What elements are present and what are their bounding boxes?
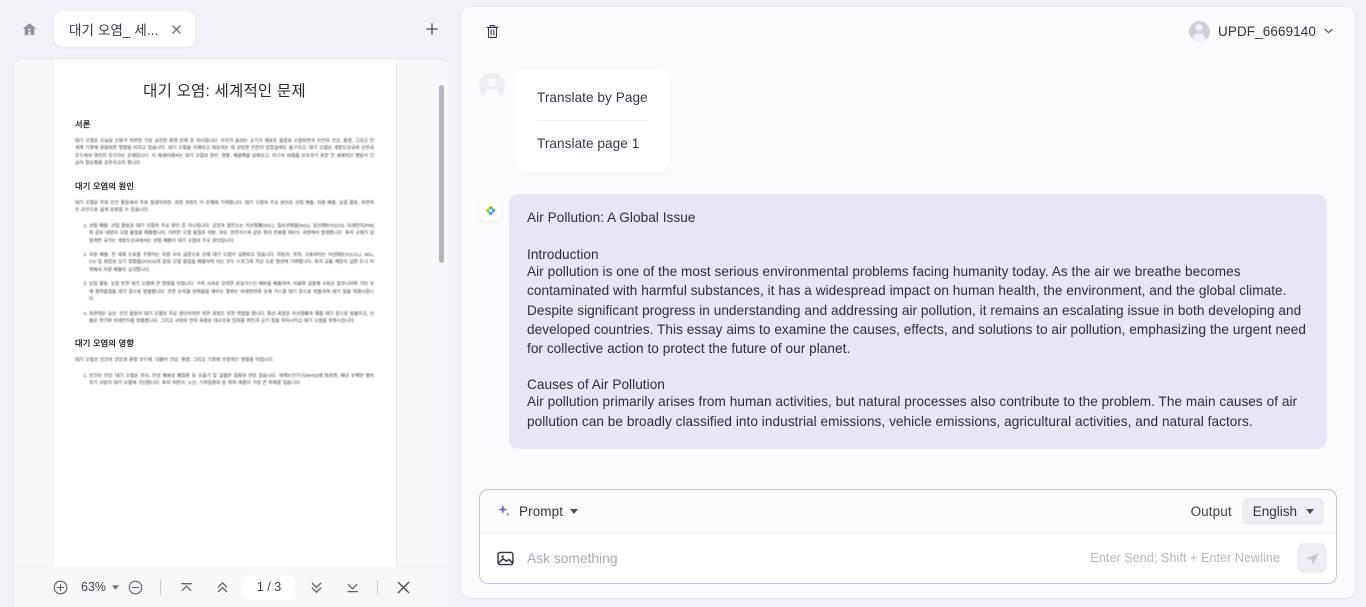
assistant-paragraph: Air pollution is one of the most serious…	[527, 264, 1306, 357]
translate-by-page-option[interactable]: Translate by Page	[537, 75, 648, 120]
close-icon[interactable]	[168, 21, 184, 37]
ai-sparkle-icon	[479, 199, 501, 221]
chat-header: UPDF_6669140	[461, 7, 1355, 55]
chat-composer: Prompt Output English Ask something Ente…	[479, 489, 1337, 584]
search-input[interactable]	[527, 550, 1080, 566]
chat-messages: Translate by Page Translate page 1 Air P…	[461, 55, 1355, 489]
pdf-paragraph: 대기 오염은 주로 인간 활동에서 주로 발생하지만, 자연 과정도 이 문제에…	[75, 199, 374, 213]
assistant-title: Air Pollution: A Global Issue	[527, 210, 696, 225]
chat-card: UPDF_6669140 Translate by Page Translate…	[460, 6, 1356, 599]
composer-toolbar: Prompt Output English	[480, 490, 1336, 533]
pdf-list: 인간의 건강: 대기 오염은 천식, 만성 폐쇄성 폐질환 등 호흡기 및 심혈…	[75, 372, 374, 387]
assistant-heading: Introduction	[527, 247, 599, 262]
chevron-down-icon	[1324, 28, 1333, 34]
zoom-out-icon[interactable]	[121, 574, 149, 600]
pdf-bottom-toolbar: 63% 1 / 3	[14, 567, 448, 607]
user-message: Translate by Page Translate page 1	[479, 69, 1337, 172]
pdf-paragraph: 대기 오염은 인간의 건강과 환경 모두에, 더불어 건강, 환경, 그리고 기…	[75, 357, 274, 363]
prompt-label: Prompt	[519, 503, 564, 519]
user-message-bubble: Translate by Page Translate page 1	[515, 69, 670, 172]
zoom-level-value: 63%	[81, 580, 107, 594]
prev-page-icon[interactable]	[208, 574, 236, 600]
language-value: English	[1252, 503, 1297, 519]
pdf-viewer-area: 대기 오염: 세계적인 문제 서론 대기 오염은 오늘날 인류가 직면한 가장 …	[14, 58, 448, 607]
composer-hint: Enter Send; Shift + Enter Newline	[1090, 551, 1280, 565]
assistant-message: Air Pollution: A Global Issue Introducti…	[479, 194, 1337, 450]
pdf-page: 대기 오염: 세계적인 문제 서론 대기 오염은 오늘날 인류가 직면한 가장 …	[53, 59, 396, 607]
pdf-paragraph: 대기 오염은 오늘날 인류가 직면한 가장 심각한 환경 문제 중 하나입니다.…	[75, 138, 374, 166]
next-page-icon[interactable]	[302, 574, 330, 600]
tab-bar: 대기 오염_ 세...	[0, 0, 460, 58]
assistant-paragraph: Air pollution primarily arises from huma…	[527, 394, 1298, 429]
image-icon[interactable]	[494, 547, 516, 569]
page-indicator[interactable]: 1 / 3	[243, 574, 296, 600]
chevron-down-icon	[570, 508, 579, 514]
close-icon[interactable]	[389, 574, 417, 600]
output-language-group: Output English	[1190, 497, 1324, 525]
pdf-title: 대기 오염: 세계적인 문제	[143, 83, 306, 100]
document-tab-label: 대기 오염_ 세...	[69, 23, 159, 38]
document-tab[interactable]: 대기 오염_ 세...	[54, 11, 196, 47]
pdf-list-item: 인간의 건강: 대기 오염은 천식, 만성 폐쇄성 폐질환 등 호흡기 및 심혈…	[89, 372, 374, 387]
toolbar-divider	[377, 579, 379, 595]
trash-icon[interactable]	[478, 17, 506, 45]
assistant-message-bubble: Air Pollution: A Global Issue Introducti…	[509, 194, 1327, 450]
sparkle-icon	[498, 504, 510, 517]
avatar-icon	[479, 73, 505, 99]
plus-icon[interactable]	[418, 15, 446, 43]
chevron-down-icon	[1306, 508, 1314, 514]
pdf-list-item: 농업 활동: 농업 또한 대기 오염에 큰 영향을 미칩니다. 가축 사육은 강…	[89, 280, 374, 302]
send-icon[interactable]	[1297, 543, 1327, 573]
user-menu[interactable]: UPDF_6669140	[1186, 18, 1337, 45]
zoom-level-selector[interactable]: 63%	[81, 580, 120, 594]
first-page-icon[interactable]	[172, 574, 200, 600]
pdf-list: 산업 배출: 산업 활동은 대기 오염의 주요 원인 중 하나입니다. 공장과 …	[75, 222, 374, 325]
user-name: UPDF_6669140	[1217, 23, 1316, 39]
output-label: Output	[1190, 503, 1232, 519]
zoom-in-icon[interactable]	[46, 574, 74, 600]
pdf-viewer-panel: 대기 오염_ 세... 대기 오염: 세계적인 문제 서론 대기 오염은 오늘날…	[0, 0, 460, 607]
composer-input-row: Enter Send; Shift + Enter Newline	[480, 533, 1336, 583]
toolbar-divider	[160, 579, 162, 595]
pdf-heading: 대기 오염의 원인	[75, 181, 135, 191]
pdf-list-item: 자연적인 요인: 인간 활동이 대기 오염의 주요 원인이지만 자연 과정도 또…	[89, 310, 374, 325]
pdf-heading: 대기 오염의 영향	[75, 339, 135, 349]
assistant-heading: Causes of Air Pollution	[527, 377, 665, 393]
app-root: 대기 오염_ 세... 대기 오염: 세계적인 문제 서론 대기 오염은 오늘날…	[0, 0, 1366, 607]
language-selector[interactable]: English	[1241, 497, 1324, 525]
prompt-selector[interactable]: Prompt	[494, 500, 584, 522]
translate-page-1-option[interactable]: Translate page 1	[537, 120, 648, 166]
pdf-list-item: 차량 배출: 전 세계 도로를 주행하는 차량 수의 급증으로 인해 대기 오염…	[89, 251, 374, 273]
ai-chat-panel: UPDF_6669140 Translate by Page Translate…	[460, 0, 1366, 607]
pdf-list-item: 산업 배출: 산업 활동은 대기 오염의 주요 원인 중 하나입니다. 공장과 …	[89, 222, 374, 244]
home-icon[interactable]	[14, 14, 44, 44]
chevron-down-icon	[112, 584, 120, 590]
last-page-icon[interactable]	[338, 574, 366, 600]
pdf-vertical-scrollbar[interactable]	[439, 85, 444, 263]
avatar-icon	[1188, 20, 1210, 42]
pdf-heading: 서론	[75, 120, 91, 129]
